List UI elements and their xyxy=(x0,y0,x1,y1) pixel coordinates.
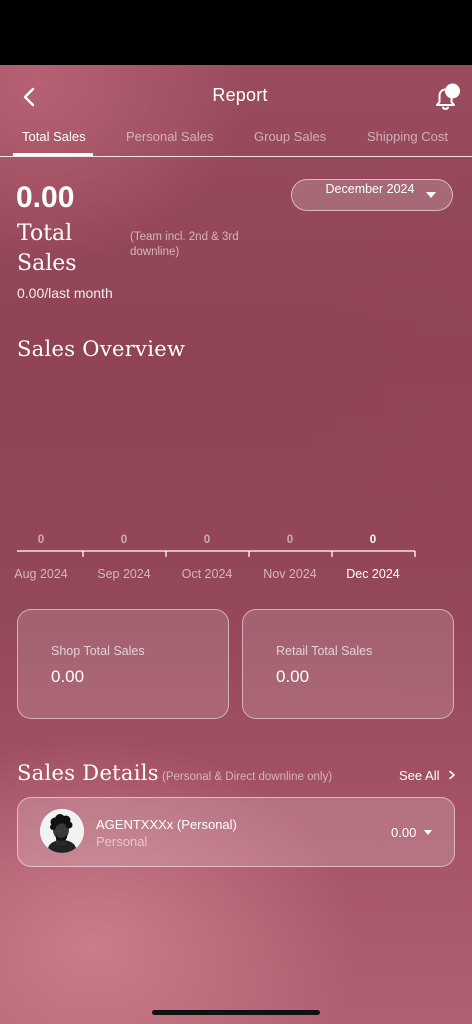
chevron-right-icon xyxy=(449,770,455,780)
notification-button[interactable] xyxy=(432,83,462,113)
chart-svg: 0 Aug 2024 0 Sep 2024 0 Oct 2024 0 Nov 2024 0 Dec… xyxy=(14,534,416,581)
chart-tick-label: Nov 2024 xyxy=(263,567,317,581)
chart-value-label: 0 xyxy=(370,534,376,546)
retail-total-sales-card: Retail Total Sales 0.00 xyxy=(242,609,454,719)
card-value: 0.00 xyxy=(276,667,310,686)
chart-tick-label: Dec 2024 xyxy=(346,567,400,581)
tab-shipping-cost[interactable]: Shipping Cost xyxy=(367,129,448,144)
page-title: Report xyxy=(212,85,268,105)
see-all-link[interactable]: See All xyxy=(399,768,457,783)
report-screen: Report Total Sales Personal Sales Group … xyxy=(0,65,472,1024)
caret-down-icon xyxy=(426,192,436,198)
agent-amount: 0.00 xyxy=(391,825,417,840)
caret-down-icon xyxy=(424,830,432,835)
tab-group-sales[interactable]: Group Sales xyxy=(254,129,326,144)
tabs-divider xyxy=(0,156,472,157)
month-dropdown[interactable]: December 2024 xyxy=(291,179,453,211)
chart-tick-label: Sep 2024 xyxy=(97,567,151,581)
card-value: 0.00 xyxy=(51,667,85,686)
sales-details-title: Sales Details xyxy=(17,761,159,785)
team-note: (Team incl. 2nd & 3rd downline) xyxy=(130,231,239,258)
sales-overview-title: Sales Overview xyxy=(17,337,186,361)
home-indicator xyxy=(152,1010,320,1015)
sales-details-note: (Personal & Direct downline only) xyxy=(162,771,333,783)
see-all-label: See All xyxy=(399,768,440,783)
card-label: Shop Total Sales xyxy=(51,644,145,658)
tab-total-sales[interactable]: Total Sales xyxy=(22,129,86,144)
sales-overview-chart: 0 Aug 2024 0 Sep 2024 0 Oct 2024 0 Nov 2024 0 Dec… xyxy=(0,521,472,591)
month-dropdown-value: December 2024 xyxy=(325,182,415,196)
card-label: Retail Total Sales xyxy=(276,644,373,658)
tab-personal-sales[interactable]: Personal Sales xyxy=(126,129,213,144)
avatar xyxy=(40,809,84,853)
chart-tick-label: Aug 2024 xyxy=(14,567,68,581)
chart-value-label: 0 xyxy=(38,534,44,546)
chart-value-label: 0 xyxy=(204,534,210,546)
user-photo xyxy=(40,809,84,853)
status-bar xyxy=(0,0,472,65)
sales-detail-row[interactable]: AGENTXXXx (Personal) Personal 0.00 xyxy=(17,797,455,867)
chart-value-label: 0 xyxy=(287,534,293,546)
total-sales-value: 0.00 xyxy=(16,181,75,214)
chart-tick-label: Oct 2024 xyxy=(182,567,233,581)
bell-icon xyxy=(436,83,460,110)
last-month-value: 0.00/last month xyxy=(17,285,113,301)
total-sales-label: Total Sales xyxy=(17,221,77,276)
shop-total-sales-card: Shop Total Sales 0.00 xyxy=(17,609,229,719)
agent-type: Personal xyxy=(96,834,148,849)
agent-name: AGENTXXXx (Personal) xyxy=(96,817,237,832)
chart-value-label: 0 xyxy=(121,534,127,546)
